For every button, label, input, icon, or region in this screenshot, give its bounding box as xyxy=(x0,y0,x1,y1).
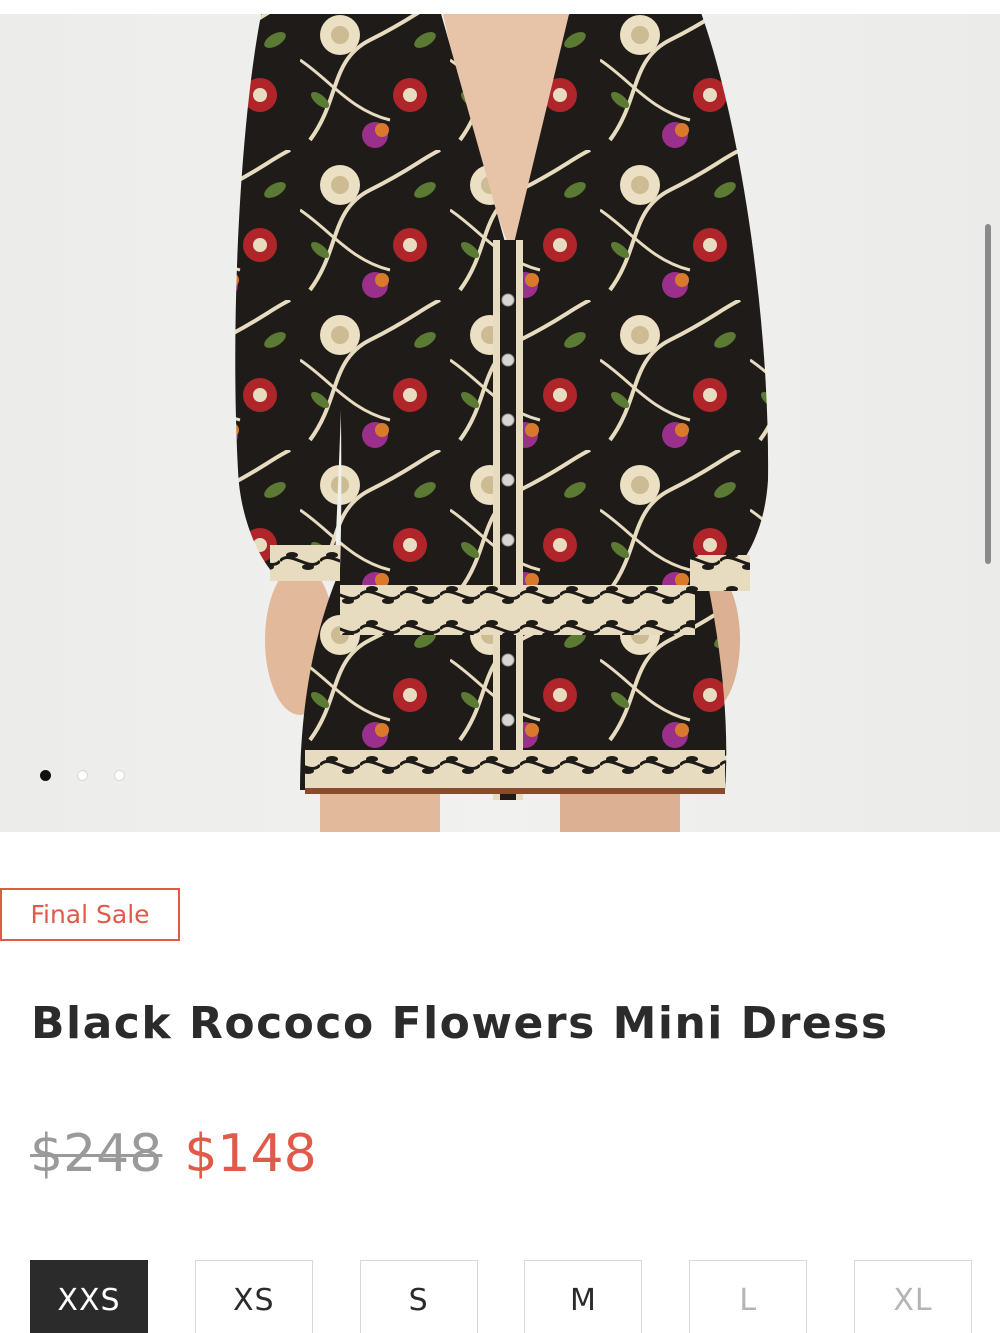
size-option-xl[interactable]: XL xyxy=(853,1260,972,1333)
size-option-m[interactable]: M xyxy=(524,1260,643,1333)
size-option-xxs[interactable]: XXS xyxy=(30,1260,148,1333)
original-price: $248 xyxy=(30,1124,163,1184)
size-option-xs[interactable]: XS xyxy=(194,1260,313,1333)
price-row: $248 $148 xyxy=(30,1124,317,1184)
size-option-l[interactable]: L xyxy=(689,1260,808,1333)
carousel-dots xyxy=(40,770,125,781)
product-photo xyxy=(235,0,769,832)
sale-price: $148 xyxy=(184,1124,317,1184)
carousel-dot-1[interactable] xyxy=(40,770,51,781)
product-title: Black Rococo Flowers Mini Dress xyxy=(31,998,889,1049)
final-sale-badge: Final Sale xyxy=(0,888,180,941)
page-scrollbar[interactable] xyxy=(985,224,991,564)
size-selector: XXS XS S M L XL xyxy=(30,1260,972,1333)
carousel-dot-3[interactable] xyxy=(114,770,125,781)
gallery-top-strip xyxy=(0,0,1000,14)
product-image-carousel[interactable] xyxy=(0,0,1000,832)
carousel-dot-2[interactable] xyxy=(77,770,88,781)
size-option-s[interactable]: S xyxy=(359,1260,478,1333)
